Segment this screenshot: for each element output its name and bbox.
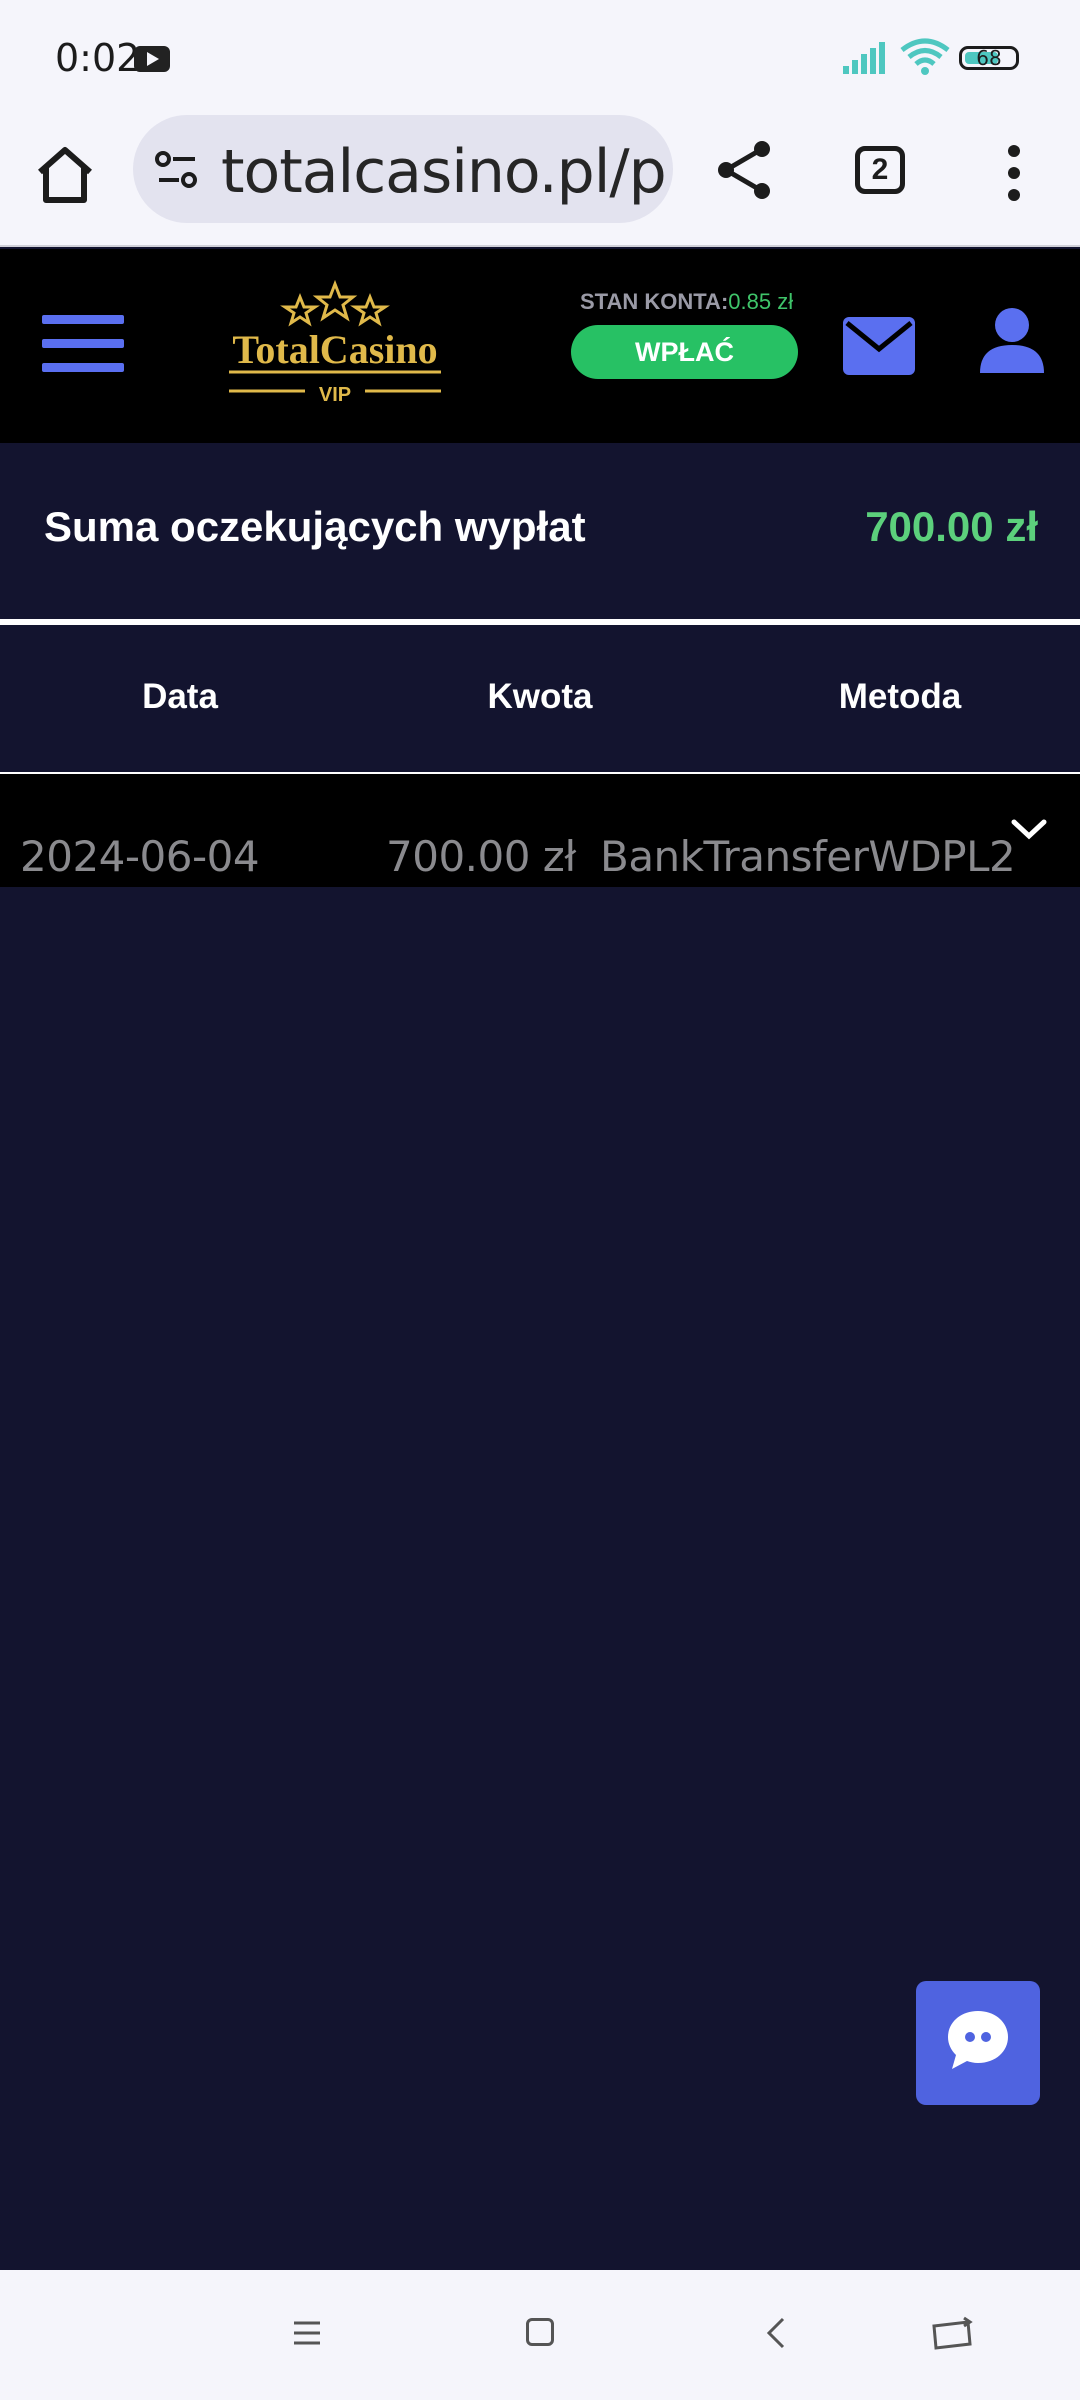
live-chat-button[interactable]	[916, 1981, 1040, 2105]
home-icon[interactable]	[526, 2318, 554, 2346]
wifi-icon	[900, 38, 950, 75]
logo-text: TotalCasino	[232, 327, 437, 372]
table-row[interactable]: 2024-06-04 700.00 zł BankTransferWDPL2	[0, 774, 1080, 887]
balance-label: STAN KONTA:	[580, 289, 729, 314]
pending-withdrawals-summary: Suma oczekujących wypłat 700.00 zł	[0, 443, 1080, 619]
column-header-method: Metoda	[838, 677, 962, 716]
back-icon[interactable]	[765, 2316, 787, 2350]
browser-toolbar: totalcasino.pl/p 2	[0, 115, 1080, 247]
balance-value: 0.85 zł	[728, 289, 794, 314]
share-icon[interactable]	[714, 139, 776, 201]
system-navigation-bar	[0, 2270, 1080, 2400]
column-header-amount: Kwota	[487, 677, 593, 716]
rotate-icon[interactable]	[928, 2316, 976, 2352]
table-header: Data Kwota Metoda	[0, 625, 1080, 771]
more-vert-icon[interactable]	[996, 143, 1032, 203]
row-date: 2024-06-04	[20, 832, 260, 881]
column-header-date: Data	[142, 677, 218, 716]
summary-label: Suma oczekujących wypłat	[44, 503, 586, 550]
chat-bubble-icon	[948, 2011, 1008, 2069]
battery-icon: 68	[959, 46, 1019, 70]
row-method: BankTransferWDPL2	[600, 832, 1016, 881]
site-settings-icon[interactable]	[155, 150, 199, 190]
status-time: 0:02	[55, 36, 141, 80]
summary-value: 700.00 zł	[865, 503, 1038, 550]
status-bar: 0:02 68	[0, 0, 1080, 115]
home-icon[interactable]	[30, 140, 100, 210]
balance-display: STAN KONTA:0.85 zł	[580, 289, 793, 315]
user-account-icon[interactable]	[978, 307, 1046, 375]
battery-level: 68	[976, 46, 1002, 70]
site-header: TotalCasino VIP STAN KONTA:0.85 zł WPŁAĆ	[0, 249, 1080, 443]
chevron-down-icon[interactable]	[1010, 818, 1048, 842]
recents-icon[interactable]	[292, 2320, 322, 2346]
mail-icon[interactable]	[841, 315, 917, 377]
deposit-button[interactable]: WPŁAĆ	[571, 325, 798, 379]
signal-icon	[843, 42, 885, 74]
hamburger-menu-icon[interactable]	[42, 315, 124, 373]
tabs-button[interactable]: 2	[855, 146, 905, 194]
youtube-icon	[134, 46, 170, 72]
url-text: totalcasino.pl/p	[221, 137, 667, 207]
address-bar[interactable]: totalcasino.pl/p	[133, 115, 673, 223]
logo-sub: VIP	[319, 384, 351, 406]
row-amount: 700.00 zł	[386, 832, 576, 881]
totalcasino-logo[interactable]: TotalCasino VIP	[225, 279, 445, 409]
